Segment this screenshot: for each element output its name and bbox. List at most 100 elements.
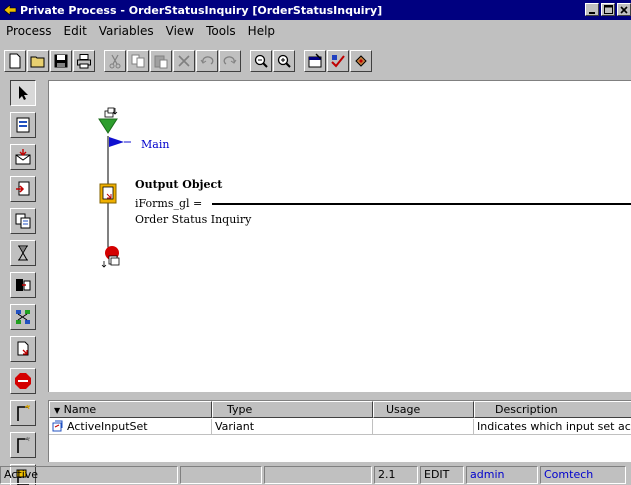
status-mode: EDIT <box>420 466 464 484</box>
delete-icon <box>178 55 190 67</box>
node-value: Order Status Inquiry <box>135 213 252 226</box>
palette-transform[interactable] <box>10 208 36 234</box>
new-button[interactable] <box>4 50 26 72</box>
cell-usage <box>373 419 474 435</box>
palette-branch-alt[interactable] <box>10 432 36 458</box>
menu-variables[interactable]: Variables <box>93 24 160 38</box>
grid-header: ▼ Name Type Usage Description <box>49 401 631 418</box>
palette-branch[interactable] <box>10 400 36 426</box>
node-title: Output Object <box>135 178 223 191</box>
transform-icon <box>15 213 31 229</box>
zoom-in-icon <box>277 54 291 68</box>
branch-alt-icon <box>17 436 31 453</box>
process-canvas[interactable]: Main Output Object iForms_gl = Order Sta… <box>48 80 631 392</box>
process-diagram <box>98 107 631 268</box>
properties-button[interactable] <box>304 50 326 72</box>
app-icon <box>3 4 17 16</box>
status-user: admin <box>466 466 538 484</box>
variable-icon <box>52 420 63 432</box>
menu-tools[interactable]: Tools <box>200 24 242 38</box>
menu-bar: Process Edit Variables View Tools Help <box>0 22 631 40</box>
palette-action[interactable] <box>10 336 36 362</box>
palette-form[interactable] <box>10 112 36 138</box>
menu-help[interactable]: Help <box>242 24 281 38</box>
palette-flow[interactable] <box>10 304 36 330</box>
minimize-button[interactable] <box>585 3 599 16</box>
validate-button[interactable] <box>327 50 349 72</box>
stop-node-icon[interactable] <box>101 246 120 268</box>
new-icon <box>9 53 21 69</box>
print-button[interactable] <box>73 50 95 72</box>
cell-name: ActiveInputSet <box>49 419 212 435</box>
object-palette <box>10 80 38 485</box>
properties-icon <box>308 53 322 68</box>
close-button[interactable] <box>617 3 631 16</box>
zoom-in-button[interactable] <box>273 50 295 72</box>
status-bar: Active 2.1 EDIT admin Comtech <box>0 465 631 485</box>
node-assignment: iForms_gl = <box>135 197 203 210</box>
sort-desc-icon: ▼ <box>54 406 61 415</box>
start-node-icon[interactable] <box>98 107 118 134</box>
compile-button[interactable] <box>350 50 372 72</box>
maximize-icon <box>603 5 613 14</box>
cut-icon <box>109 54 121 69</box>
mail-icon <box>15 149 31 165</box>
save-button[interactable] <box>50 50 72 72</box>
cut-button[interactable] <box>104 50 126 72</box>
cell-description: Indicates which input set ac... <box>474 419 631 435</box>
menu-edit[interactable]: Edit <box>58 24 93 38</box>
palette-output[interactable] <box>10 176 36 202</box>
status-version: 2.1 <box>374 466 418 484</box>
save-icon <box>54 54 68 68</box>
cell-type: Variant <box>212 419 373 435</box>
stop-icon <box>15 373 31 389</box>
menu-process[interactable]: Process <box>0 24 58 38</box>
main-label: Main <box>141 138 170 151</box>
open-button[interactable] <box>27 50 49 72</box>
palette-mail[interactable] <box>10 144 36 170</box>
toolbar <box>0 48 631 74</box>
paste-button[interactable] <box>150 50 172 72</box>
zoom-out-button[interactable] <box>250 50 272 72</box>
column-description[interactable]: Description <box>474 401 631 418</box>
branch-icon <box>17 404 31 421</box>
redo-icon <box>223 56 237 65</box>
column-name[interactable]: ▼ Name <box>49 401 212 418</box>
output-object-icon[interactable] <box>99 183 117 204</box>
hourglass-icon <box>18 245 28 261</box>
undo-icon <box>200 56 214 65</box>
form-icon <box>16 117 30 133</box>
palette-transfer[interactable] <box>10 272 36 298</box>
compile-icon <box>355 55 367 67</box>
application-window: Private Process - OrderStatusInquiry [Or… <box>0 0 631 485</box>
delete-button[interactable] <box>173 50 195 72</box>
pointer-icon <box>19 86 28 100</box>
palette-hourglass[interactable] <box>10 240 36 266</box>
variables-grid: ▼ Name Type Usage Description ActiveInpu… <box>48 400 631 462</box>
window-title: Private Process - OrderStatusInquiry [Or… <box>20 3 383 17</box>
zoom-out-icon <box>254 54 268 68</box>
copy-button[interactable] <box>127 50 149 72</box>
status-pane-2 <box>180 466 262 484</box>
print-icon <box>77 54 91 69</box>
palette-stop[interactable] <box>10 368 36 394</box>
paste-icon <box>154 55 168 69</box>
maximize-button[interactable] <box>601 3 615 16</box>
table-row[interactable]: ActiveInputSet Variant Indicates which i… <box>49 419 631 435</box>
status-company: Comtech <box>540 466 626 484</box>
menu-view[interactable]: View <box>160 24 200 38</box>
open-icon <box>30 56 45 68</box>
palette-pointer[interactable] <box>10 80 36 106</box>
column-type[interactable]: Type <box>212 401 373 418</box>
main-flag-icon <box>109 137 131 147</box>
validate-icon <box>331 55 345 68</box>
close-icon <box>620 5 628 14</box>
redo-button[interactable] <box>219 50 241 72</box>
output-icon <box>16 181 30 196</box>
title-bar[interactable]: Private Process - OrderStatusInquiry [Or… <box>0 0 631 20</box>
action-icon <box>17 341 29 356</box>
minimize-icon <box>589 11 595 14</box>
flow-icon <box>16 310 30 324</box>
undo-button[interactable] <box>196 50 218 72</box>
column-usage[interactable]: Usage <box>373 401 474 418</box>
